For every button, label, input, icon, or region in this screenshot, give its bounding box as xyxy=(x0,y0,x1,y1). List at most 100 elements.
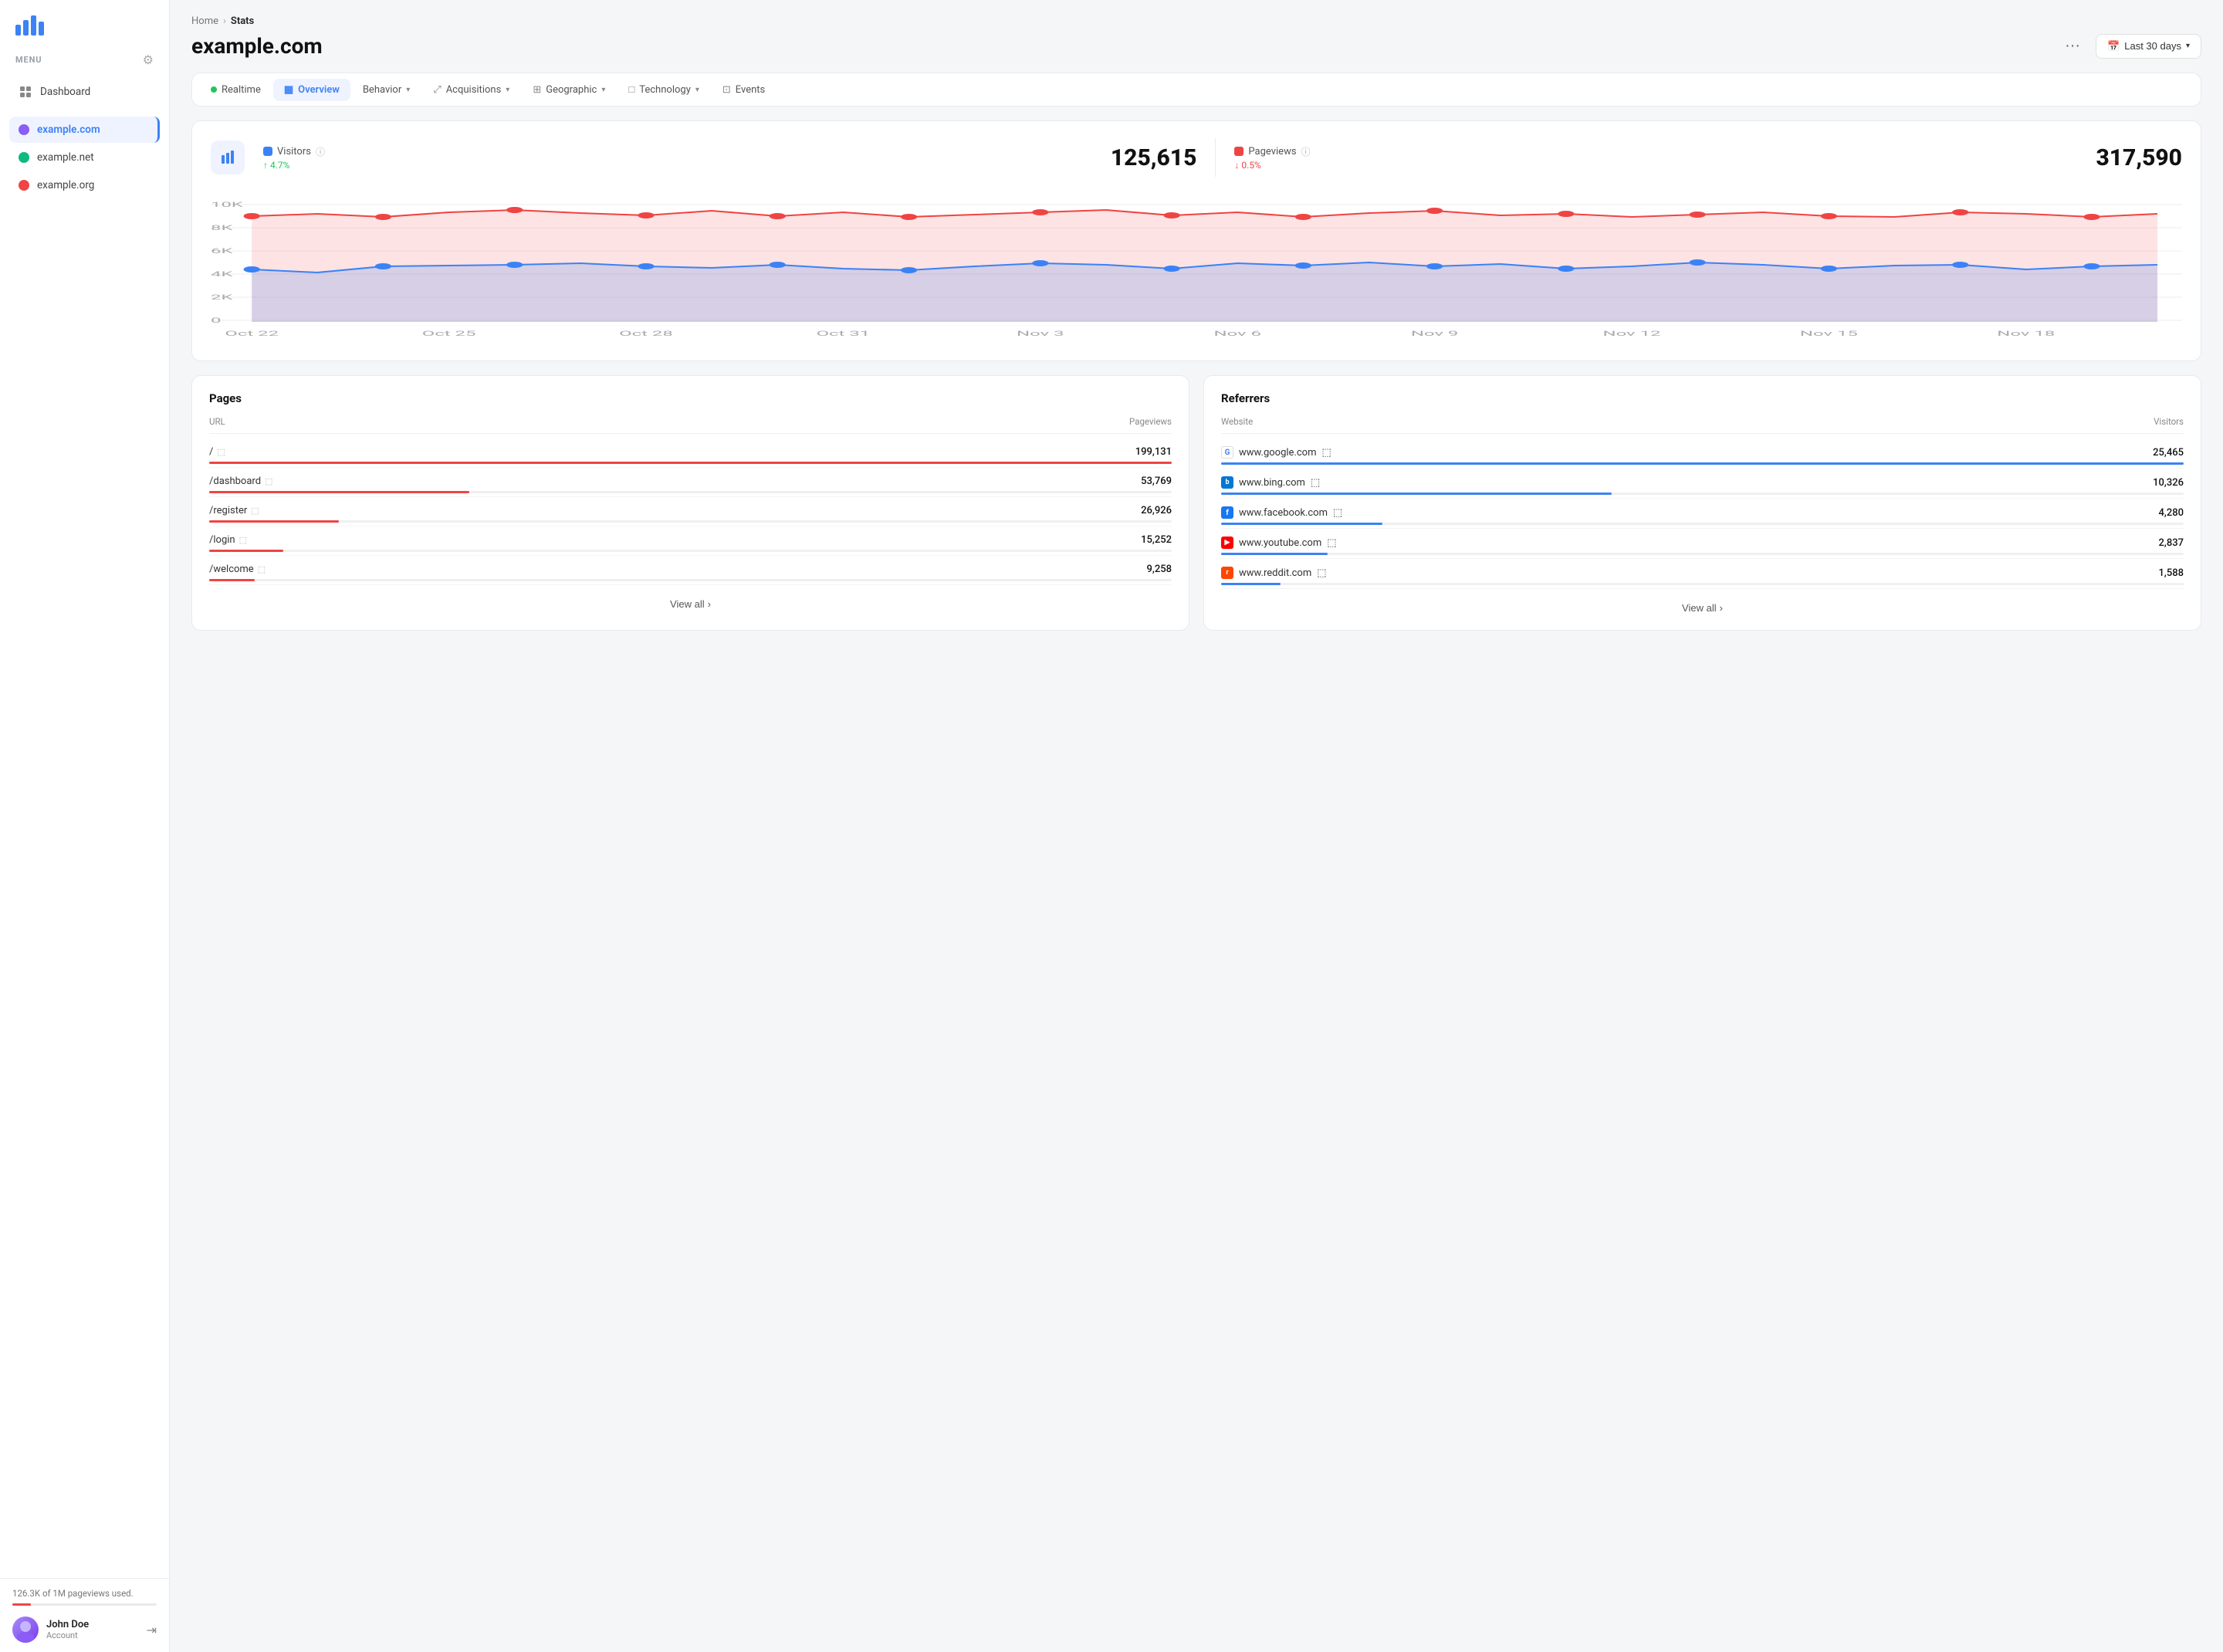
nav-tabs: Realtime ▦ Overview Behavior ▾ ⤢ Acquisi… xyxy=(191,73,2201,107)
realtime-dot xyxy=(211,86,217,93)
page-header: example.com ··· 📅 Last 30 days ▾ xyxy=(191,33,2201,59)
breadcrumb-current: Stats xyxy=(231,15,254,27)
site-dot-red xyxy=(19,180,29,191)
referrer-value-0: 25,465 xyxy=(2153,447,2184,459)
date-range-button[interactable]: 📅 Last 30 days ▾ xyxy=(2096,34,2201,59)
referrer-site-4[interactable]: www.reddit.com xyxy=(1239,567,1311,579)
pages-bar-fill-4 xyxy=(209,579,255,581)
referrer-ext-icon-0: ⬚ xyxy=(1321,447,1331,459)
referrer-value-2: 4,280 xyxy=(2159,507,2184,519)
sidebar-item-example-net[interactable]: example.net xyxy=(9,144,160,171)
pages-url-3[interactable]: /login xyxy=(209,534,235,546)
logout-icon[interactable]: ⇥ xyxy=(147,1623,157,1637)
svg-text:4K: 4K xyxy=(211,270,233,278)
pages-col-url: URL xyxy=(209,416,225,427)
referrer-bar-track-1 xyxy=(1221,493,2184,495)
chart-card: Visitors ⓘ ↑ 4.7% 125,615 Pagevi xyxy=(191,120,2201,361)
breadcrumb: Home › Stats xyxy=(191,15,2201,27)
referrer-name-3: ▶ www.youtube.com ⬚ xyxy=(1221,537,1337,549)
breadcrumb-home[interactable]: Home xyxy=(191,15,218,27)
svg-text:Nov 3: Nov 3 xyxy=(1017,330,1064,337)
sidebar-item-dashboard[interactable]: Dashboard xyxy=(9,78,160,106)
referrer-ext-icon-4: ⬚ xyxy=(1317,567,1326,579)
site-label-example-com: example.com xyxy=(37,124,100,136)
tab-geographic-label: Geographic xyxy=(546,84,597,96)
referrer-bar-track-0 xyxy=(1221,462,2184,465)
pages-bar-fill-1 xyxy=(209,491,469,493)
external-link-icon-3: ⬚ xyxy=(239,535,247,545)
behavior-chevron-icon: ▾ xyxy=(406,86,410,94)
more-options-button[interactable]: ··· xyxy=(2059,34,2086,58)
breadcrumb-separator: › xyxy=(223,15,226,27)
pages-url-0[interactable]: / xyxy=(209,446,213,458)
logo-bar-2 xyxy=(23,20,29,36)
logo-icon xyxy=(15,14,44,36)
date-range-label: Last 30 days xyxy=(2124,40,2181,52)
user-row: John Doe Account ⇥ xyxy=(12,1616,157,1643)
menu-header: MENU ⚙ xyxy=(0,46,169,75)
pages-row-4: /welcome ⬚ 9,258 xyxy=(209,556,1172,585)
pages-url-1[interactable]: /dashboard xyxy=(209,476,261,487)
dashboard-label: Dashboard xyxy=(40,86,90,98)
tab-behavior[interactable]: Behavior ▾ xyxy=(352,79,421,101)
visitors-label-row: Visitors ⓘ xyxy=(263,145,325,158)
tab-realtime[interactable]: Realtime xyxy=(200,79,272,101)
arrow-right-icon: › xyxy=(708,598,711,610)
logo-bar-4 xyxy=(39,22,44,36)
pages-value-0: 199,131 xyxy=(1135,446,1172,458)
svg-text:Oct 22: Oct 22 xyxy=(225,330,279,337)
referrer-site-2[interactable]: www.facebook.com xyxy=(1239,507,1328,519)
tab-acquisitions[interactable]: ⤢ Acquisitions ▾ xyxy=(422,79,520,101)
referrer-bar-fill-0 xyxy=(1221,462,2184,465)
tab-events[interactable]: ⊡ Events xyxy=(712,79,776,101)
svg-text:6K: 6K xyxy=(211,247,233,255)
svg-text:Nov 9: Nov 9 xyxy=(1411,330,1459,337)
tab-geographic[interactable]: ⊞ Geographic ▾ xyxy=(522,79,616,101)
pageviews-info-icon: ⓘ xyxy=(1301,145,1311,158)
pages-view-all-button[interactable]: View all › xyxy=(670,598,711,610)
svg-text:Nov 6: Nov 6 xyxy=(1213,330,1261,337)
referrer-bar-track-3 xyxy=(1221,553,2184,555)
pages-url-2[interactable]: /register xyxy=(209,505,247,516)
sidebar-item-example-org[interactable]: example.org xyxy=(9,172,160,198)
site-dot-green xyxy=(19,152,29,163)
pages-url-4[interactable]: /welcome xyxy=(209,564,254,575)
sidebar-item-example-com[interactable]: example.com xyxy=(9,117,160,143)
referrer-name-2: f www.facebook.com ⬚ xyxy=(1221,506,1342,519)
referrer-site-3[interactable]: www.youtube.com xyxy=(1239,537,1321,549)
geographic-icon: ⊞ xyxy=(533,84,541,96)
visitors-info-icon: ⓘ xyxy=(316,145,325,158)
pages-bar-track-3 xyxy=(209,550,1172,552)
svg-text:0: 0 xyxy=(211,317,221,324)
line-chart: 0 2K 4K 6K 8K 10K xyxy=(211,189,2182,344)
referrer-site-1[interactable]: www.bing.com xyxy=(1239,477,1305,489)
logo xyxy=(0,0,169,46)
settings-icon[interactable]: ⚙ xyxy=(143,52,154,67)
pageviews-label: Pageviews xyxy=(1248,146,1296,157)
pageviews-label-row: Pageviews ⓘ xyxy=(1234,145,1310,158)
acquisitions-chevron-icon: ▾ xyxy=(506,86,509,94)
tab-technology-label: Technology xyxy=(639,84,691,96)
pages-table-header: URL Pageviews xyxy=(209,416,1172,434)
youtube-logo: ▶ xyxy=(1221,537,1233,549)
referrers-row-4: r www.reddit.com ⬚ 1,588 xyxy=(1221,559,2184,589)
tab-overview[interactable]: ▦ Overview xyxy=(273,79,350,101)
external-link-icon-1: ⬚ xyxy=(265,476,272,486)
chart-header: Visitors ⓘ ↑ 4.7% 125,615 Pagevi xyxy=(211,138,2182,177)
overview-icon: ▦ xyxy=(284,84,293,96)
referrers-col-visitors: Visitors xyxy=(2154,416,2184,427)
referrer-value-1: 10,326 xyxy=(2153,477,2184,489)
visitors-value: 125,615 xyxy=(1095,144,1197,171)
user-name: John Doe xyxy=(46,1619,139,1630)
svg-text:Nov 18: Nov 18 xyxy=(1997,330,2055,337)
site-label-example-org: example.org xyxy=(37,179,94,191)
external-link-icon-2: ⬚ xyxy=(251,506,259,516)
page-title: example.com xyxy=(191,33,323,59)
referrer-bar-fill-2 xyxy=(1221,523,1382,525)
tab-technology[interactable]: □ Technology ▾ xyxy=(618,78,710,101)
referrer-site-0[interactable]: www.google.com xyxy=(1239,447,1316,459)
bottom-grid: Pages URL Pageviews / ⬚ 199,131 xyxy=(191,375,2201,631)
referrers-view-all-button[interactable]: View all › xyxy=(1682,602,1723,614)
events-icon: ⊡ xyxy=(722,84,731,96)
usage-bar-fill xyxy=(12,1603,31,1606)
